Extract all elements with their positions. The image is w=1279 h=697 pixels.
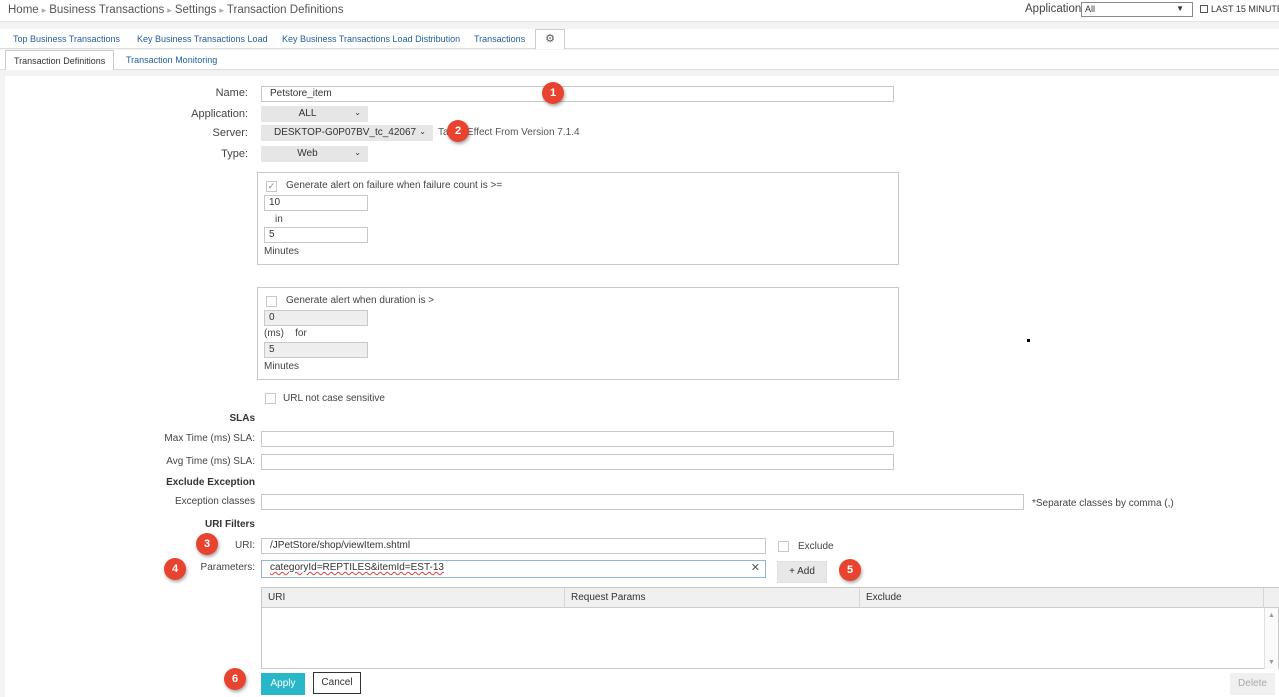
failure-minutes-input[interactable]: 5 bbox=[264, 227, 368, 243]
duration-alert-checkbox[interactable] bbox=[266, 296, 277, 307]
failure-count-input[interactable]: 10 bbox=[264, 195, 368, 211]
chevron-down-icon: ⌄ bbox=[354, 148, 361, 157]
column-header-uri[interactable]: URI bbox=[262, 588, 565, 608]
gear-icon: ⚙ bbox=[545, 33, 555, 45]
application-label: Application bbox=[1025, 3, 1082, 15]
add-filter-button[interactable]: + Add bbox=[777, 561, 827, 583]
table-header: URI Request Params Exclude bbox=[262, 588, 1279, 608]
time-range-label: LAST 15 MINUTES bbox=[1211, 4, 1279, 14]
breadcrumb-transaction-definitions: Transaction Definitions bbox=[226, 4, 344, 16]
exception-classes-label: Exception classes bbox=[174, 496, 255, 507]
minutes-label: Minutes bbox=[264, 246, 300, 257]
top-bar: Home ▸ Business Transactions ▸ Settings ▸ Tran… bbox=[0, 0, 1279, 22]
application-select[interactable]: All ▼ bbox=[1081, 2, 1193, 17]
tab-transaction-monitoring[interactable]: Transaction Monitoring bbox=[118, 50, 225, 70]
name-label: Name: bbox=[215, 87, 248, 99]
uri-label: URI: bbox=[235, 540, 255, 551]
slas-heading: SLAs bbox=[229, 413, 255, 424]
cancel-button[interactable]: Cancel bbox=[313, 672, 361, 694]
avg-time-label: Avg Time (ms) SLA: bbox=[166, 456, 255, 467]
time-range-selector[interactable]: LAST 15 MINUTES bbox=[1200, 4, 1279, 14]
exclude-label: Exclude bbox=[798, 541, 834, 552]
chevron-down-icon: ⌄ bbox=[354, 108, 361, 117]
uri-filters-heading: URI Filters bbox=[204, 519, 255, 530]
table-scrollbar[interactable]: ▲ ▼ bbox=[1264, 608, 1278, 669]
type-dropdown[interactable]: Web ⌄ bbox=[261, 146, 368, 162]
chevron-down-icon: ⌄ bbox=[419, 127, 426, 136]
tab-settings[interactable]: ⚙ bbox=[535, 29, 565, 49]
breadcrumb-home[interactable]: Home bbox=[8, 4, 39, 16]
clear-icon[interactable]: ✕ bbox=[751, 561, 760, 574]
exclude-checkbox[interactable] bbox=[778, 541, 789, 552]
failure-alert-box: ✓ Generate alert on failure when failure… bbox=[257, 172, 899, 265]
callout-marker-6: 6 bbox=[224, 668, 246, 690]
callout-marker-4: 4 bbox=[164, 558, 186, 580]
failure-alert-checkbox[interactable]: ✓ bbox=[266, 181, 277, 192]
url-case-checkbox[interactable] bbox=[265, 393, 276, 404]
failure-alert-label: Generate alert on failure when failure c… bbox=[286, 180, 503, 191]
server-dropdown-value: DESKTOP-G0P07BV_tc_42067 bbox=[274, 127, 417, 138]
exception-classes-input[interactable] bbox=[261, 494, 1024, 510]
application-dropdown-value: ALL bbox=[298, 108, 317, 119]
exclude-exception-heading: Exclude Exception bbox=[166, 477, 255, 488]
server-dropdown[interactable]: DESKTOP-G0P07BV_tc_42067 ⌄ bbox=[261, 125, 433, 141]
breadcrumb-business-transactions[interactable]: Business Transactions bbox=[49, 4, 164, 16]
application-dropdown[interactable]: ALL ⌄ bbox=[261, 106, 368, 122]
duration-ms-input[interactable]: 0 bbox=[264, 310, 368, 326]
scroll-down-icon[interactable]: ▼ bbox=[1268, 659, 1275, 666]
dot-marker bbox=[1027, 339, 1030, 342]
definition-form: Name: Petstore_item Application: ALL ⌄ S… bbox=[5, 76, 1279, 697]
tab-key-business-transactions-load[interactable]: Key Business Transactions Load bbox=[137, 34, 268, 44]
uri-filters-table: URI Request Params Exclude ▲ ▼ bbox=[261, 587, 1279, 669]
duration-alert-label: Generate alert when duration is > bbox=[286, 295, 435, 306]
main-tabs: Top Business Transactions Key Business T… bbox=[0, 29, 1279, 49]
sub-tabs: Transaction Definitions Transaction Moni… bbox=[0, 50, 1279, 70]
column-header-exclude[interactable]: Exclude bbox=[860, 588, 1264, 608]
breadcrumb-settings[interactable]: Settings bbox=[175, 4, 217, 16]
type-label: Type: bbox=[221, 148, 248, 160]
max-time-input[interactable] bbox=[261, 431, 894, 447]
in-label: in bbox=[275, 214, 283, 225]
minutes-label: Minutes bbox=[264, 361, 300, 372]
column-header-request-params[interactable]: Request Params bbox=[565, 588, 860, 608]
parameters-label: Parameters: bbox=[200, 562, 255, 573]
name-input[interactable]: Petstore_item bbox=[261, 86, 894, 102]
ms-for-label: (ms) for bbox=[264, 328, 307, 339]
application-select-value: All bbox=[1085, 4, 1096, 14]
apply-button[interactable]: Apply bbox=[261, 673, 305, 695]
callout-marker-5: 5 bbox=[839, 559, 861, 581]
tab-transactions[interactable]: Transactions bbox=[474, 34, 525, 44]
chevron-down-icon: ▼ bbox=[1176, 4, 1184, 13]
max-time-label: Max Time (ms) SLA: bbox=[164, 433, 255, 444]
type-dropdown-value: Web bbox=[297, 148, 318, 159]
duration-minutes-input[interactable]: 5 bbox=[264, 342, 368, 358]
url-case-label: URL not case sensitive bbox=[283, 393, 385, 404]
tab-top-business-transactions[interactable]: Top Business Transactions bbox=[13, 34, 120, 44]
uri-input[interactable]: /JPetStore/shop/viewItem.shtml bbox=[261, 538, 766, 554]
checkmark-icon: ✓ bbox=[267, 181, 276, 191]
avg-time-input[interactable] bbox=[261, 454, 894, 470]
scroll-up-icon[interactable]: ▲ bbox=[1268, 612, 1275, 619]
callout-marker-3: 3 bbox=[196, 533, 218, 555]
application-field-label: Application: bbox=[191, 108, 248, 120]
duration-alert-box: Generate alert when duration is > 0 (ms)… bbox=[257, 287, 899, 380]
exception-note: *Separate classes by comma (,) bbox=[1032, 498, 1174, 509]
parameters-input[interactable]: categoryId=REPTILES&itemId=EST-13 ✕ bbox=[261, 560, 766, 578]
callout-marker-1: 1 bbox=[542, 82, 564, 104]
parameters-input-value: categoryId=REPTILES&itemId=EST-13 bbox=[270, 562, 444, 573]
callout-marker-2: 2 bbox=[447, 120, 469, 142]
delete-button[interactable]: Delete bbox=[1230, 673, 1275, 695]
server-label: Server: bbox=[212, 127, 248, 139]
breadcrumb: Home ▸ Business Transactions ▸ Settings ▸ Tran… bbox=[8, 4, 344, 16]
tab-key-business-transactions-load-distribution[interactable]: Key Business Transactions Load Distribut… bbox=[282, 34, 460, 44]
tab-transaction-definitions[interactable]: Transaction Definitions bbox=[5, 50, 115, 70]
calendar-icon bbox=[1200, 5, 1208, 13]
